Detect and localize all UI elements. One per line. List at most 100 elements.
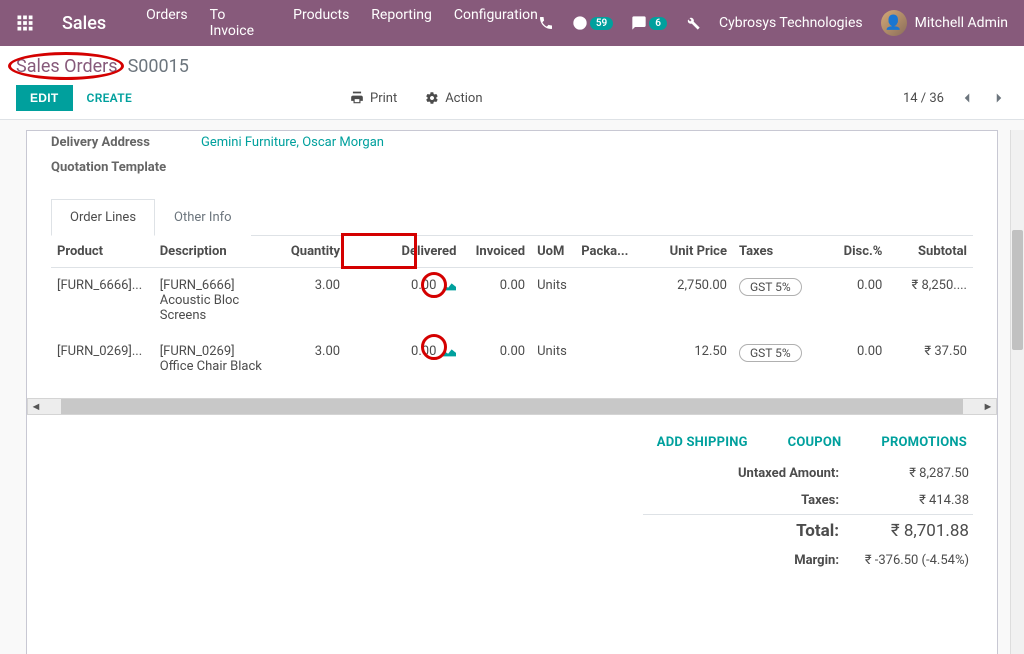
company-name[interactable]: Cybrosys Technologies (719, 15, 863, 31)
print-label: Print (370, 91, 397, 106)
cell-product: [FURN_6666]... (51, 268, 154, 334)
cell-tax: GST 5% (733, 334, 823, 385)
content-scroll[interactable]: Delivery Address Gemini Furniture, Oscar… (0, 130, 1024, 654)
user-name: Mitchell Admin (915, 15, 1008, 31)
add-shipping-button[interactable]: ADD SHIPPING (657, 435, 748, 450)
total-label: Total: (647, 521, 859, 541)
phone-icon[interactable] (538, 15, 554, 31)
main-menu: Orders To Invoice Products Reporting Con… (146, 7, 538, 39)
table-row[interactable]: [FURN_0269]... [FURN_0269] Office Chair … (51, 334, 973, 385)
taxes-value: ₹ 414.38 (859, 493, 969, 508)
print-button[interactable]: Print (350, 91, 397, 106)
cell-quantity: 3.00 (270, 334, 346, 385)
control-panel: Sales Orders S00015 EDIT CREATE Print Ac… (0, 46, 1024, 120)
create-button[interactable]: CREATE (87, 91, 132, 105)
col-unit-price: Unit Price (638, 236, 733, 268)
activity-badge: 59 (590, 17, 613, 30)
untaxed-value: ₹ 8,287.50 (859, 466, 969, 481)
cell-package (575, 268, 638, 334)
col-invoiced: Invoiced (462, 236, 531, 268)
app-brand[interactable]: Sales (62, 13, 106, 34)
messages-indicator[interactable]: 6 (631, 15, 667, 31)
col-subtotal: Subtotal (888, 236, 973, 268)
quotation-template-label: Quotation Template (51, 160, 191, 175)
margin-value: ₹ -376.50 (-4.54%) (859, 553, 969, 568)
edit-button[interactable]: EDIT (16, 85, 73, 111)
activity-indicator[interactable]: 59 (572, 15, 613, 31)
avatar: 👤 (881, 10, 907, 36)
forecast-icon[interactable] (442, 281, 456, 291)
forecast-icon[interactable] (442, 347, 456, 357)
top-nav: Sales Orders To Invoice Products Reporti… (0, 0, 1024, 46)
cell-description: [FURN_6666] Acoustic Bloc Screens (154, 268, 270, 334)
breadcrumb-root-text: Sales Orders (16, 56, 118, 77)
menu-products[interactable]: Products (293, 7, 349, 39)
cell-disc: 0.00 (823, 334, 889, 385)
untaxed-label: Untaxed Amount: (647, 466, 859, 481)
pager-prev[interactable] (958, 89, 976, 107)
tools-icon[interactable] (685, 15, 701, 31)
vertical-scrollbar[interactable] (1010, 130, 1024, 654)
cell-tax: GST 5% (733, 268, 823, 334)
menu-orders[interactable]: Orders (146, 7, 188, 39)
breadcrumb-current: S00015 (128, 56, 189, 77)
col-description: Description (154, 236, 270, 268)
delivery-address-label: Delivery Address (51, 135, 191, 150)
taxes-label: Taxes: (647, 493, 859, 508)
menu-configuration[interactable]: Configuration (454, 7, 538, 39)
cell-description: [FURN_0269] Office Chair Black (154, 334, 270, 385)
breadcrumb-root[interactable]: Sales Orders (14, 56, 120, 77)
pager-next[interactable] (990, 89, 1008, 107)
cell-invoiced: 0.00 (462, 334, 531, 385)
col-package: Packa... (575, 236, 638, 268)
total-value: ₹ 8,701.88 (859, 521, 969, 541)
scroll-left-icon[interactable]: ◄ (28, 400, 44, 413)
tabs: Order Lines Other Info (51, 199, 973, 236)
tab-other-info[interactable]: Other Info (155, 199, 251, 236)
cell-delivered: 0.00 (346, 268, 462, 334)
messages-badge: 6 (649, 17, 667, 30)
cell-delivered: 0.00 (346, 334, 462, 385)
menu-reporting[interactable]: Reporting (371, 7, 432, 39)
tax-pill[interactable]: GST 5% (739, 278, 802, 296)
tax-pill[interactable]: GST 5% (739, 344, 802, 362)
form-sheet: Delivery Address Gemini Furniture, Oscar… (26, 130, 998, 654)
margin-label: Margin: (647, 553, 859, 568)
footer-actions: ADD SHIPPING COUPON PROMOTIONS (51, 415, 973, 460)
coupon-button[interactable]: COUPON (788, 435, 842, 450)
col-taxes: Taxes (733, 236, 823, 268)
pager: 14 / 36 (903, 91, 944, 106)
user-menu[interactable]: 👤 Mitchell Admin (881, 10, 1008, 36)
horizontal-scrollbar[interactable]: ◄ ► (27, 398, 997, 415)
cell-subtotal: ₹ 8,250.... (888, 268, 973, 334)
action-label: Action (445, 91, 482, 106)
cell-invoiced: 0.00 (462, 268, 531, 334)
tab-order-lines[interactable]: Order Lines (51, 199, 155, 236)
table-row[interactable]: [FURN_6666]... [FURN_6666] Acoustic Bloc… (51, 268, 973, 334)
cell-subtotal: ₹ 37.50 (888, 334, 973, 385)
col-quantity: Quantity (270, 236, 346, 268)
delivered-value: 0.00 (411, 344, 436, 359)
delivery-address-value[interactable]: Gemini Furniture, Oscar Morgan (201, 135, 384, 150)
cell-disc: 0.00 (823, 268, 889, 334)
cell-product: [FURN_0269]... (51, 334, 154, 385)
cell-unit-price: 2,750.00 (638, 268, 733, 334)
action-button[interactable]: Action (425, 91, 482, 106)
scroll-right-icon[interactable]: ► (980, 400, 996, 413)
cell-package (575, 334, 638, 385)
cell-uom: Units (531, 334, 575, 385)
nav-right: 59 6 Cybrosys Technologies 👤 Mitchell Ad… (538, 10, 1008, 36)
apps-icon[interactable] (16, 14, 34, 32)
print-icon (350, 91, 364, 105)
col-delivered: Delivered (346, 236, 462, 268)
menu-to-invoice[interactable]: To Invoice (210, 7, 271, 39)
breadcrumb: Sales Orders S00015 (14, 56, 1008, 77)
scroll-thumb[interactable] (1012, 230, 1023, 350)
col-disc: Disc.% (823, 236, 889, 268)
totals: Untaxed Amount:₹ 8,287.50 Taxes:₹ 414.38… (643, 460, 973, 574)
promotions-button[interactable]: PROMOTIONS (881, 435, 967, 450)
cell-quantity: 3.00 (270, 268, 346, 334)
order-lines-table: Product Description Quantity Delivered I… (51, 236, 973, 384)
cell-uom: Units (531, 268, 575, 334)
scroll-thumb[interactable] (61, 399, 963, 414)
